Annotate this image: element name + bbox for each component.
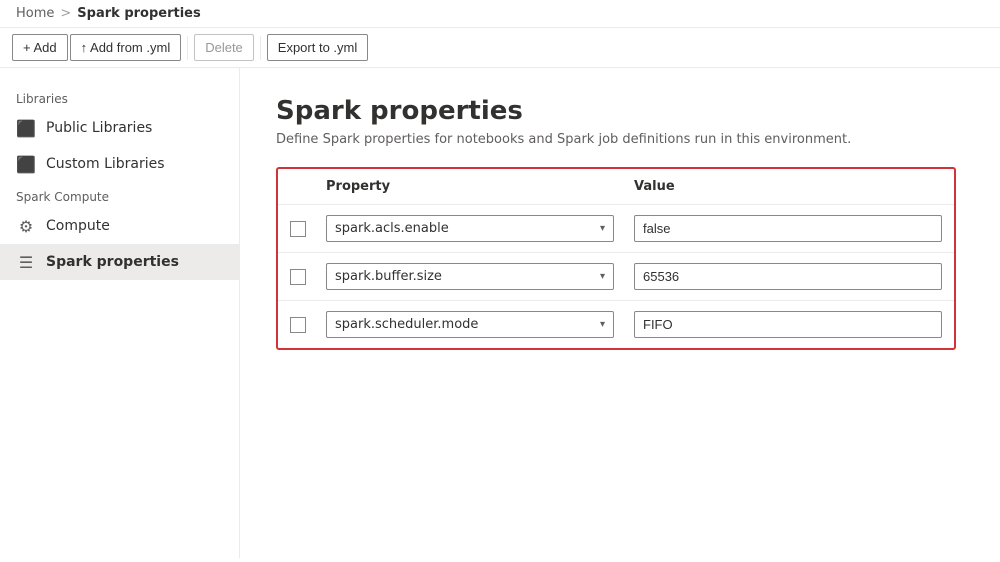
- property-dropdown[interactable]: spark.scheduler.mode ▾: [326, 311, 614, 338]
- row-checkbox-col: [290, 269, 326, 285]
- toolbar-divider: [187, 36, 188, 60]
- row-checkbox-col: [290, 317, 326, 333]
- chevron-down-icon: ▾: [600, 223, 605, 234]
- chevron-down-icon: ▾: [600, 271, 605, 282]
- property-value: spark.buffer.size: [335, 269, 442, 284]
- spark-properties-icon: ☰: [16, 252, 36, 272]
- layout: Libraries ⬛ Public Libraries ⬛ Custom Li…: [0, 68, 1000, 558]
- add-from-yml-button[interactable]: ↑ Add from .yml: [70, 34, 182, 61]
- header-checkbox-col: [290, 179, 326, 194]
- add-button[interactable]: + Add: [12, 34, 68, 61]
- breadcrumb-current: Spark properties: [77, 6, 200, 21]
- row-checkbox-col: [290, 221, 326, 237]
- toolbar: + Add ↑ Add from .yml Delete Export to .…: [0, 28, 1000, 68]
- table-row: spark.acls.enable ▾: [278, 205, 954, 253]
- custom-libraries-icon: ⬛: [16, 154, 36, 174]
- property-dropdown[interactable]: spark.buffer.size ▾: [326, 263, 614, 290]
- toolbar-divider-2: [260, 36, 261, 60]
- sidebar-item-label: Compute: [46, 218, 110, 234]
- sidebar-item-compute[interactable]: ⚙ Compute: [0, 208, 239, 244]
- row-checkbox[interactable]: [290, 269, 306, 285]
- col-header-value: Value: [634, 179, 942, 194]
- sidebar-item-public-libraries[interactable]: ⬛ Public Libraries: [0, 110, 239, 146]
- page-title: Spark properties: [276, 96, 964, 126]
- compute-icon: ⚙: [16, 216, 36, 236]
- value-input[interactable]: [634, 311, 942, 338]
- sidebar-item-label: Custom Libraries: [46, 156, 165, 172]
- property-dropdown[interactable]: spark.acls.enable ▾: [326, 215, 614, 242]
- table-header: Property Value: [278, 169, 954, 205]
- row-value: [634, 311, 942, 338]
- spark-compute-section-label: Spark Compute: [0, 182, 239, 208]
- property-value: spark.scheduler.mode: [335, 317, 478, 332]
- export-button[interactable]: Export to .yml: [267, 34, 368, 61]
- sidebar-item-label: Public Libraries: [46, 120, 152, 136]
- row-checkbox[interactable]: [290, 317, 306, 333]
- value-input[interactable]: [634, 263, 942, 290]
- sidebar-item-spark-properties[interactable]: ☰ Spark properties: [0, 244, 239, 280]
- breadcrumb-separator: >: [60, 6, 71, 21]
- properties-table: Property Value spark.acls.enable ▾: [276, 167, 956, 350]
- delete-button[interactable]: Delete: [194, 34, 254, 61]
- col-header-property: Property: [326, 179, 634, 194]
- row-property: spark.scheduler.mode ▾: [326, 311, 634, 338]
- libraries-section-label: Libraries: [0, 84, 239, 110]
- value-input[interactable]: [634, 215, 942, 242]
- sidebar-item-label: Spark properties: [46, 254, 179, 270]
- breadcrumb: Home > Spark properties: [0, 0, 1000, 28]
- chevron-down-icon: ▾: [600, 319, 605, 330]
- sidebar-item-custom-libraries[interactable]: ⬛ Custom Libraries: [0, 146, 239, 182]
- main-content: Spark properties Define Spark properties…: [240, 68, 1000, 558]
- row-checkbox[interactable]: [290, 221, 306, 237]
- property-value: spark.acls.enable: [335, 221, 449, 236]
- row-property: spark.acls.enable ▾: [326, 215, 634, 242]
- public-libraries-icon: ⬛: [16, 118, 36, 138]
- table-row: spark.buffer.size ▾: [278, 253, 954, 301]
- table-rows: spark.acls.enable ▾ spark.buffer.size ▾: [278, 205, 954, 348]
- row-value: [634, 263, 942, 290]
- row-value: [634, 215, 942, 242]
- table-row: spark.scheduler.mode ▾: [278, 301, 954, 348]
- breadcrumb-home[interactable]: Home: [16, 6, 54, 21]
- sidebar: Libraries ⬛ Public Libraries ⬛ Custom Li…: [0, 68, 240, 558]
- page-description: Define Spark properties for notebooks an…: [276, 132, 964, 147]
- row-property: spark.buffer.size ▾: [326, 263, 634, 290]
